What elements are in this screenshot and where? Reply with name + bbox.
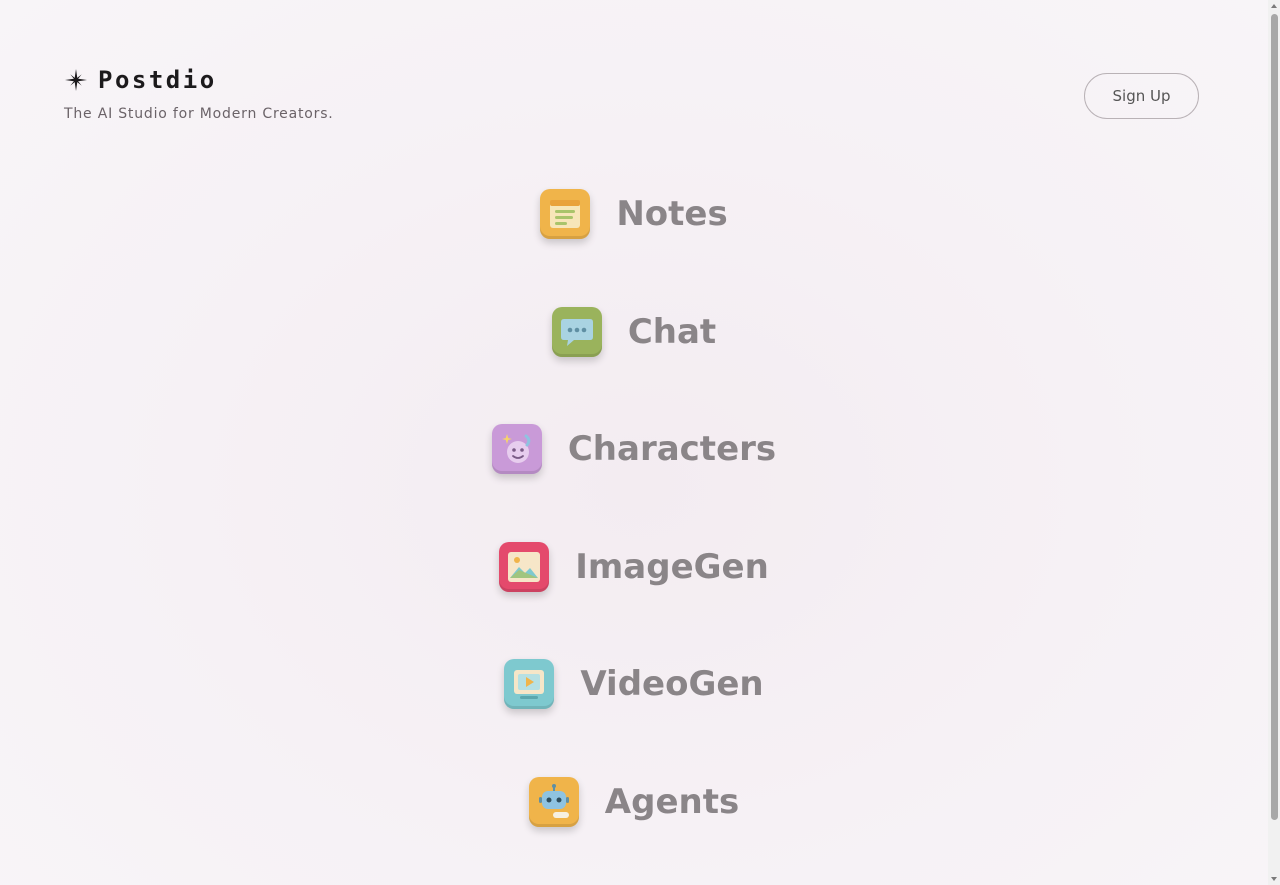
scroll-down-icon[interactable] (1271, 877, 1277, 881)
app-label-imagegen: ImageGen (575, 547, 769, 587)
app-label-notes: Notes (616, 194, 728, 234)
app-label-agents: Agents (604, 782, 740, 822)
app-item-imagegen[interactable]: ImageGen (0, 537, 1268, 597)
app-list: Notes Chat Characters ImageGen VideoGen … (0, 0, 1268, 885)
notes-icon (540, 189, 591, 239)
video-icon (504, 659, 555, 709)
characters-icon (491, 424, 542, 474)
image-icon (499, 542, 550, 592)
app-item-notes[interactable]: Notes (0, 184, 1268, 244)
app-label-chat: Chat (627, 312, 717, 352)
app-label-videogen: VideoGen (580, 664, 764, 704)
app-item-agents[interactable]: Agents (0, 772, 1268, 832)
scroll-up-icon[interactable] (1271, 4, 1277, 8)
robot-icon (528, 777, 579, 827)
scroll-thumb[interactable] (1271, 14, 1278, 820)
app-item-chat[interactable]: Chat (0, 302, 1268, 362)
app-item-characters[interactable]: Characters (0, 419, 1268, 479)
app-label-characters: Characters (567, 429, 777, 469)
chat-icon (551, 307, 602, 357)
app-item-videogen[interactable]: VideoGen (0, 654, 1268, 714)
vertical-scrollbar[interactable] (1268, 0, 1280, 885)
